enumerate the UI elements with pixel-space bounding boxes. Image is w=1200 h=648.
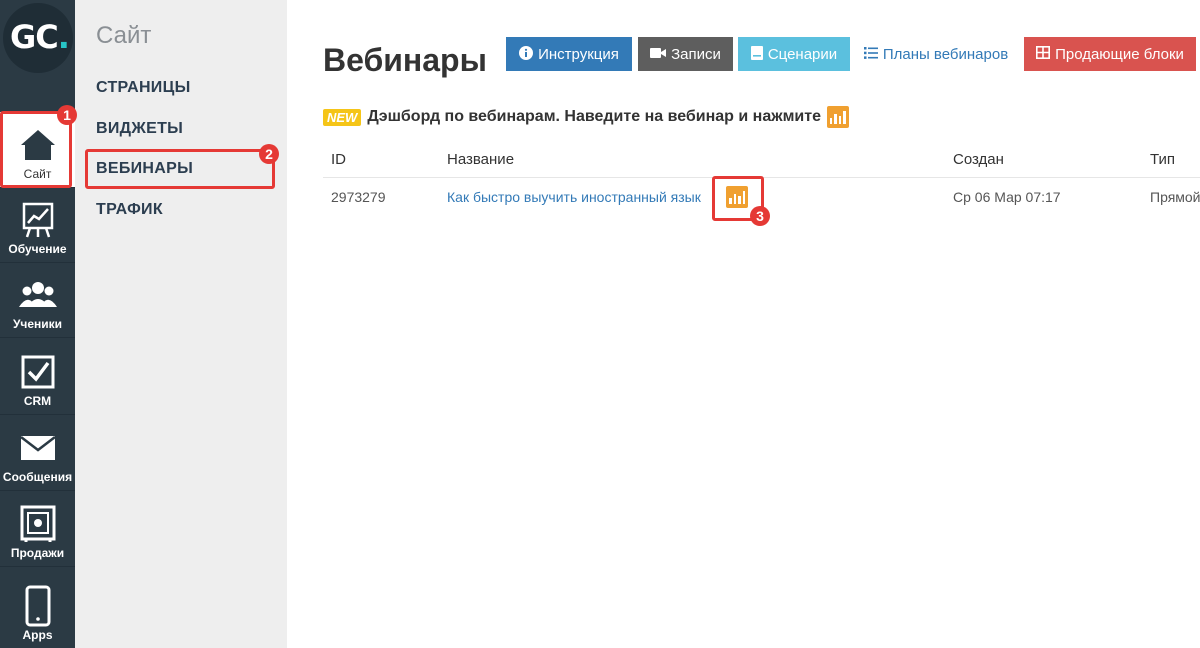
webinar-name-link[interactable]: Как быстро выучить иностранный язык xyxy=(447,189,701,205)
notice-text: Дэшборд по вебинарам. Наведите на вебина… xyxy=(367,108,821,125)
rail-item-crm[interactable]: CRM xyxy=(0,340,75,415)
rail-label: Сообщения xyxy=(2,470,73,484)
getcourse-logo[interactable]: GC. xyxy=(0,0,75,75)
submenu-item-widgets[interactable]: ВИДЖЕТЫ xyxy=(96,120,183,138)
list-icon xyxy=(863,46,878,62)
dashboard-notice: NEW Дэшборд по вебинарам. Наведите на ве… xyxy=(323,106,849,128)
scenarios-label: Сценарии xyxy=(767,45,838,63)
instruction-label: Инструкция xyxy=(538,45,619,63)
submenu-title: Сайт xyxy=(96,22,152,49)
safe-icon xyxy=(18,504,58,544)
records-label: Записи xyxy=(671,45,721,63)
webinar-id-cell: 2973279 xyxy=(331,189,386,205)
page-title: Вебинары xyxy=(323,42,487,78)
users-icon xyxy=(18,275,58,315)
submenu-item-pages[interactable]: СТРАНИЦЫ xyxy=(96,79,191,97)
instruction-button[interactable]: Инструкция xyxy=(506,37,632,71)
webinar-created-cell: Ср 06 Мар 07:17 xyxy=(953,189,1061,205)
selling-blocks-label: Продающие блоки xyxy=(1055,45,1184,63)
records-button[interactable]: Записи xyxy=(638,37,733,71)
annotation-number-2: 2 xyxy=(259,144,279,164)
webinar-plans-label: Планы вебинаров xyxy=(882,45,1009,63)
webinar-plans-link[interactable]: Планы вебинаров xyxy=(858,37,1014,71)
phone-icon xyxy=(18,585,58,627)
submenu-item-traffic[interactable]: ТРАФИК xyxy=(96,201,163,219)
rail-label: Обучение xyxy=(8,242,67,256)
annotation-number-3: 3 xyxy=(750,206,770,226)
rail-item-training[interactable]: Обучение xyxy=(0,188,75,263)
bar-chart-icon xyxy=(826,106,849,128)
rail-label: Apps xyxy=(22,628,53,642)
rail-label: Продажи xyxy=(10,546,65,560)
column-header-name[interactable]: Название xyxy=(447,151,514,168)
column-header-created[interactable]: Создан xyxy=(953,151,1004,168)
rail-item-sales[interactable]: Продажи xyxy=(0,492,75,567)
webinar-type-cell: Прямой xyxy=(1150,189,1200,205)
selling-blocks-button[interactable]: Продающие блоки xyxy=(1024,37,1196,71)
annotation-number-1: 1 xyxy=(57,105,77,125)
training-board-icon xyxy=(18,200,58,240)
rail-item-apps[interactable]: Apps xyxy=(0,568,75,648)
section-submenu: Сайт СТРАНИЦЫ ВИДЖЕТЫ ВЕБИНАРЫ ТРАФИК xyxy=(75,0,287,648)
grid-icon xyxy=(1036,46,1051,62)
scenarios-button[interactable]: Сценарии xyxy=(738,37,850,71)
rail-item-students[interactable]: Ученики xyxy=(0,263,75,338)
rail-item-messages[interactable]: Сообщения xyxy=(0,416,75,491)
checkbox-icon xyxy=(18,352,58,392)
annotation-frame-webinars xyxy=(85,149,275,189)
video-camera-icon xyxy=(650,47,667,62)
info-icon xyxy=(519,45,534,63)
column-header-type[interactable]: Тип xyxy=(1150,151,1175,168)
book-icon xyxy=(750,45,763,63)
column-header-id[interactable]: ID xyxy=(331,151,346,168)
new-badge: NEW xyxy=(323,108,362,126)
rail-label: CRM xyxy=(23,394,52,408)
logo-text: GC. xyxy=(10,18,70,56)
rail-label: Ученики xyxy=(12,317,63,331)
envelope-icon xyxy=(18,428,58,468)
